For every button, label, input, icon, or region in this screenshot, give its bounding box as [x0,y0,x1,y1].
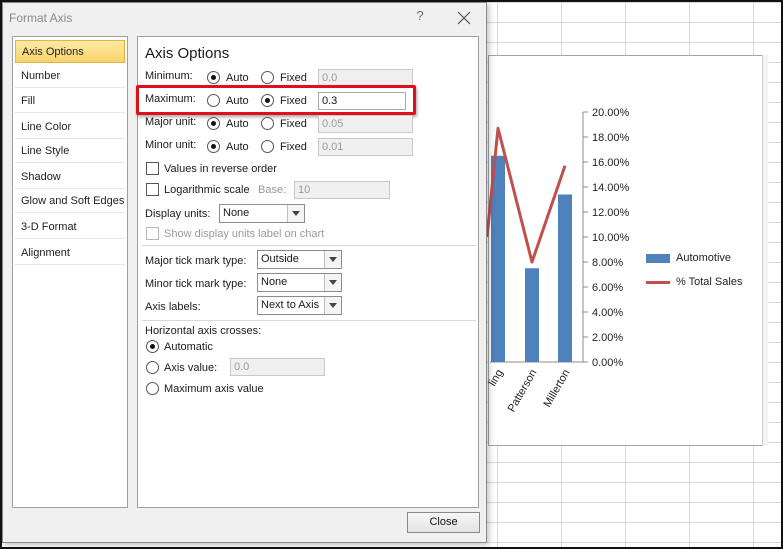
section-divider [142,245,476,246]
axis-labels-select[interactable]: Next to Axis [257,296,342,315]
minimum-auto-radio[interactable] [207,71,220,84]
minor-unit-fixed-label: Fixed [280,141,307,153]
nav-item-alignment[interactable]: Alignment [15,242,125,265]
major-unit-label: Major unit: [145,116,197,128]
chevron-down-icon[interactable] [287,205,304,222]
y2-tick-label: 18.00% [592,132,630,144]
display-units-value: None [223,207,250,219]
maximum-value-input[interactable]: 0.3 [318,92,406,110]
x-category-label: Millerton [541,368,572,410]
maximum-fixed-label: Fixed [280,95,307,107]
y2-tick-label: 14.00% [592,182,630,194]
close-button[interactable]: Close [407,512,480,533]
dialog-titlebar[interactable]: Format Axis ? [3,3,486,33]
crosses-max-label: Maximum axis value [164,383,264,395]
legend-swatch-line [646,280,670,284]
nav-item-fill[interactable]: Fill [15,90,125,113]
y2-tick-label: 12.00% [592,207,630,219]
minimum-fixed-radio[interactable] [261,71,274,84]
minor-unit-auto-label: Auto [226,141,249,153]
minor-tick-value: None [261,276,288,288]
major-unit-value-input[interactable]: 0.05 [318,115,413,133]
crosses-label: Horizontal axis crosses: [145,325,262,337]
display-units-label: Display units: [145,208,211,220]
major-unit-fixed-label: Fixed [280,118,307,130]
show-units-checkbox[interactable] [146,227,159,240]
legend-label-automotive: Automotive [676,252,732,264]
axis-options-panel: Axis Options Minimum: Auto Fixed 0.0 Max… [136,36,479,508]
section-divider [142,320,476,321]
crosses-automatic-label: Automatic [164,341,213,353]
close-icon[interactable] [455,6,473,28]
base-label: Base: [258,184,287,196]
y2-tick-label: 8.00% [592,257,623,269]
nav-item-number[interactable]: Number [15,65,125,88]
minimum-fixed-label: Fixed [280,72,307,84]
nav-item-axis-options[interactable]: Axis Options [15,40,125,63]
minimum-label: Minimum: [145,70,193,82]
minor-tick-select[interactable]: None [257,273,342,292]
y2-tick-label: 2.00% [592,332,623,344]
legend-swatch-bar [646,253,670,263]
reverse-order-checkbox[interactable] [146,162,159,175]
maximum-auto-radio[interactable] [207,94,220,107]
y2-tick-label: 4.00% [592,307,623,319]
minor-unit-fixed-radio[interactable] [261,140,274,153]
format-axis-dialog: Format Axis ? Axis Options Number Fill L… [2,2,487,543]
legend-label-total-sales: % Total Sales [676,276,743,288]
display-units-select[interactable]: None [219,204,305,223]
nav-item-line-style[interactable]: Line Style [15,140,125,163]
chevron-down-icon[interactable] [324,274,341,291]
base-value-input[interactable]: 10 [294,181,390,199]
major-unit-auto-label: Auto [226,118,249,130]
y2-tick-label: 20.00% [592,107,630,119]
dialog-title: Format Axis [9,11,73,25]
reverse-order-label: Values in reverse order [164,163,277,175]
minor-unit-label: Minor unit: [145,139,197,151]
major-tick-label: Major tick mark type: [145,255,247,267]
minor-unit-value-input[interactable]: 0.01 [318,138,413,156]
legend-entry-total-sales: % Total Sales [646,274,776,290]
log-scale-checkbox[interactable] [146,183,159,196]
nav-item-shadow[interactable]: Shadow [15,166,125,189]
minor-tick-label: Minor tick mark type: [145,278,247,290]
major-tick-select[interactable]: Outside [257,250,342,269]
major-unit-auto-radio[interactable] [207,117,220,130]
chevron-down-icon[interactable] [324,251,341,268]
axis-labels-value: Next to Axis [261,299,320,311]
minor-unit-auto-radio[interactable] [207,140,220,153]
crosses-max-radio[interactable] [146,382,159,395]
help-icon[interactable]: ? [413,8,427,26]
nav-item-3d-format[interactable]: 3-D Format [15,216,125,239]
chevron-down-icon[interactable] [324,297,341,314]
maximum-fixed-radio[interactable] [261,94,274,107]
axis-labels-label: Axis labels: [145,301,201,313]
y2-tick-label: 0.00% [592,357,623,369]
y2-tick-label: 6.00% [592,282,623,294]
major-tick-value: Outside [261,253,299,265]
minimum-auto-label: Auto [226,72,249,84]
crosses-axis-value-label: Axis value: [164,362,218,374]
crosses-axis-value-input[interactable]: 0.0 [230,358,325,376]
crosses-axis-value-radio[interactable] [146,361,159,374]
category-nav: Axis Options Number Fill Line Color Line… [12,36,128,508]
bar-automotive-1 [525,268,539,362]
legend-entry-automotive: Automotive [646,250,776,266]
show-units-label: Show display units label on chart [164,228,325,240]
x-category-label: Patterson [506,368,540,415]
maximum-auto-label: Auto [226,95,249,107]
nav-item-glow-soft-edges[interactable]: Glow and Soft Edges [15,190,125,213]
y2-tick-label: 10.00% [592,232,630,244]
crosses-automatic-radio[interactable] [146,340,159,353]
log-scale-label: Logarithmic scale [164,184,250,196]
panel-title: Axis Options [145,45,230,62]
y2-tick-label: 16.00% [592,157,630,169]
x-category-label: ling [487,368,506,389]
bar-automotive-2 [558,194,572,362]
major-unit-fixed-radio[interactable] [261,117,274,130]
nav-item-line-color[interactable]: Line Color [15,116,125,139]
maximum-label: Maximum: [145,93,196,105]
